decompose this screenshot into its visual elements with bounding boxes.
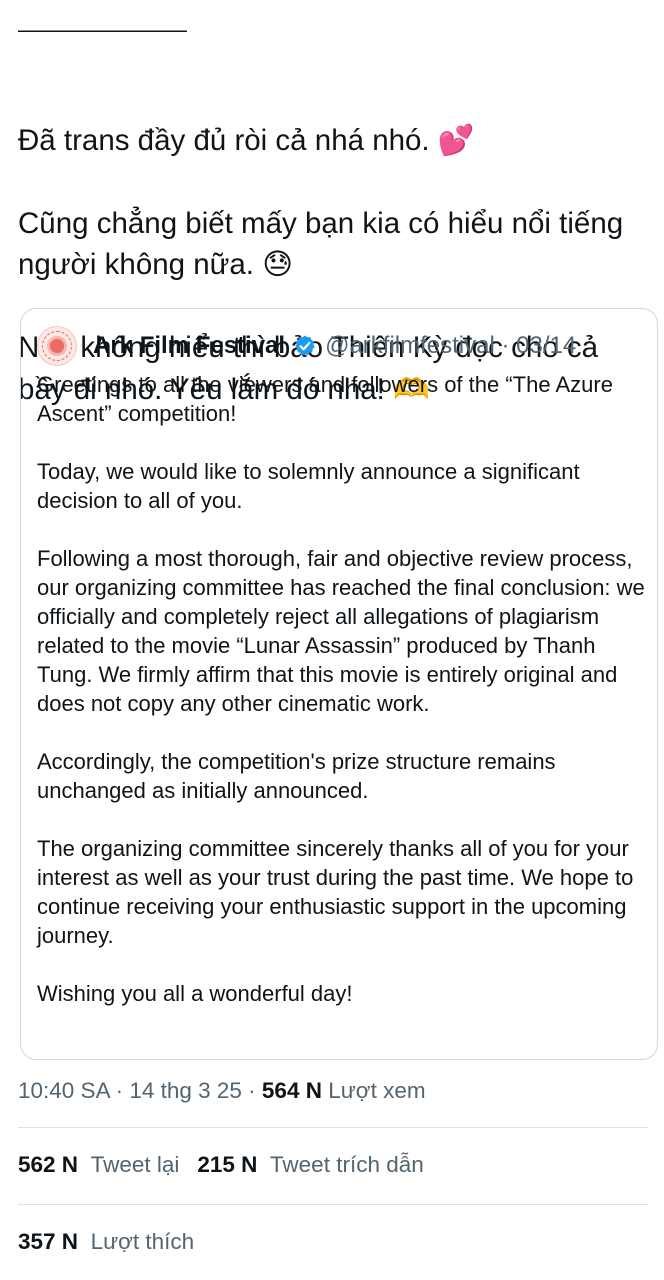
quotes-label: Tweet trích dẫn bbox=[269, 1152, 424, 1177]
retweets-label: Tweet lại bbox=[90, 1152, 180, 1177]
retweets-count: 562 N bbox=[18, 1152, 79, 1177]
quoted-tweet-header: Ark Film Festival @arkfilmfestival · 03/… bbox=[37, 324, 647, 368]
tweet-line-2: Cũng chẳng biết mấy bạn kia có hiểu nổi … bbox=[18, 206, 624, 282]
views-count: 564 N bbox=[261, 1078, 322, 1103]
verified-badge-icon bbox=[295, 335, 315, 356]
quotes-link[interactable]: 215 N Tweet trích dẫn bbox=[197, 1152, 423, 1177]
likes-link[interactable]: 357 N Lượt thích bbox=[18, 1229, 194, 1254]
quoted-paragraph: Accordingly, the competition's prize str… bbox=[37, 749, 556, 803]
engagement-row: 562 N Tweet lại 215 N Tweet trích dẫn bbox=[18, 1152, 424, 1178]
divider bbox=[18, 1127, 648, 1128]
quoted-tweet-card[interactable]: Ark Film Festival @arkfilmfestival · 03/… bbox=[20, 308, 658, 1060]
quoted-paragraph: Wishing you all a wonderful day! bbox=[37, 981, 353, 1006]
quoted-paragraph: The organizing committee sincerely thank… bbox=[37, 836, 634, 948]
quoted-author-name[interactable]: Ark Film Festival bbox=[93, 332, 285, 360]
sweat-face-emoji-icon: 😓 bbox=[262, 247, 293, 281]
retweets-link[interactable]: 562 N Tweet lại bbox=[18, 1152, 179, 1177]
quoted-paragraph: Greetings to all the viewers and followe… bbox=[37, 372, 613, 426]
quotes-count: 215 N bbox=[197, 1152, 258, 1177]
hearts-emoji-icon: 💕 bbox=[437, 122, 475, 157]
tweet-meta: 10:40 SA · 14 thg 3 25 · 564 N Lượt xem bbox=[18, 1078, 648, 1104]
tweet-timestamp[interactable]: 10:40 SA · 14 thg 3 25 · bbox=[18, 1078, 262, 1103]
views-label: Lượt xem bbox=[328, 1078, 426, 1103]
quoted-paragraph: Today, we would like to solemnly announc… bbox=[37, 459, 580, 513]
divider bbox=[18, 1204, 648, 1205]
avatar[interactable] bbox=[37, 326, 77, 366]
likes-count: 357 N bbox=[18, 1229, 79, 1254]
likes-label: Lượt thích bbox=[90, 1229, 195, 1254]
quoted-tweet-body: Greetings to all the viewers and followe… bbox=[37, 370, 647, 1037]
quoted-author-handle[interactable]: @arkfilmfestival · 03/14 bbox=[325, 332, 576, 360]
likes-row: 357 N Lượt thích bbox=[18, 1229, 194, 1255]
separator-dashes: ———————— bbox=[18, 17, 187, 42]
quoted-paragraph: Following a most thorough, fair and obje… bbox=[37, 546, 645, 716]
avatar-flower-logo bbox=[50, 339, 64, 353]
tweet-line-1: Đã trans đầy đủ ròi cả nhá nhó. bbox=[18, 123, 438, 157]
